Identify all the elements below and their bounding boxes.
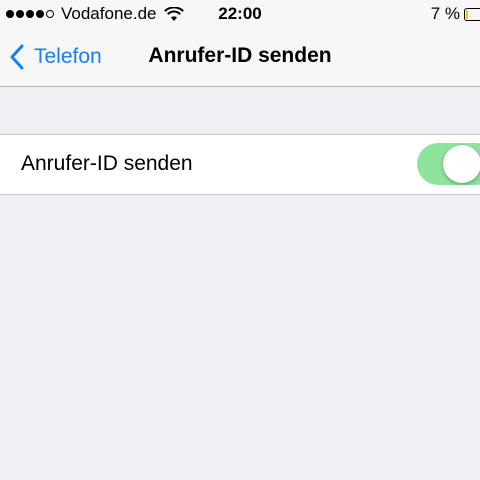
settings-row-label: Anrufer-ID senden	[21, 152, 193, 175]
caller-id-toggle[interactable]	[417, 143, 480, 185]
status-time: 22:00	[218, 4, 262, 23]
navigation-bar: Telefon Anrufer-ID senden	[0, 30, 480, 87]
toggle-knob	[443, 145, 480, 183]
battery-percent: 7 %	[430, 4, 460, 23]
settings-row-caller-id: Anrufer-ID senden	[0, 134, 480, 195]
status-bar: Vodafone.de 22:00 7 %	[0, 0, 480, 30]
battery-fill	[466, 9, 468, 19]
battery-icon	[464, 7, 480, 21]
page-title: Anrufer-ID senden	[148, 44, 332, 67]
status-right: 7 %	[431, 4, 480, 24]
